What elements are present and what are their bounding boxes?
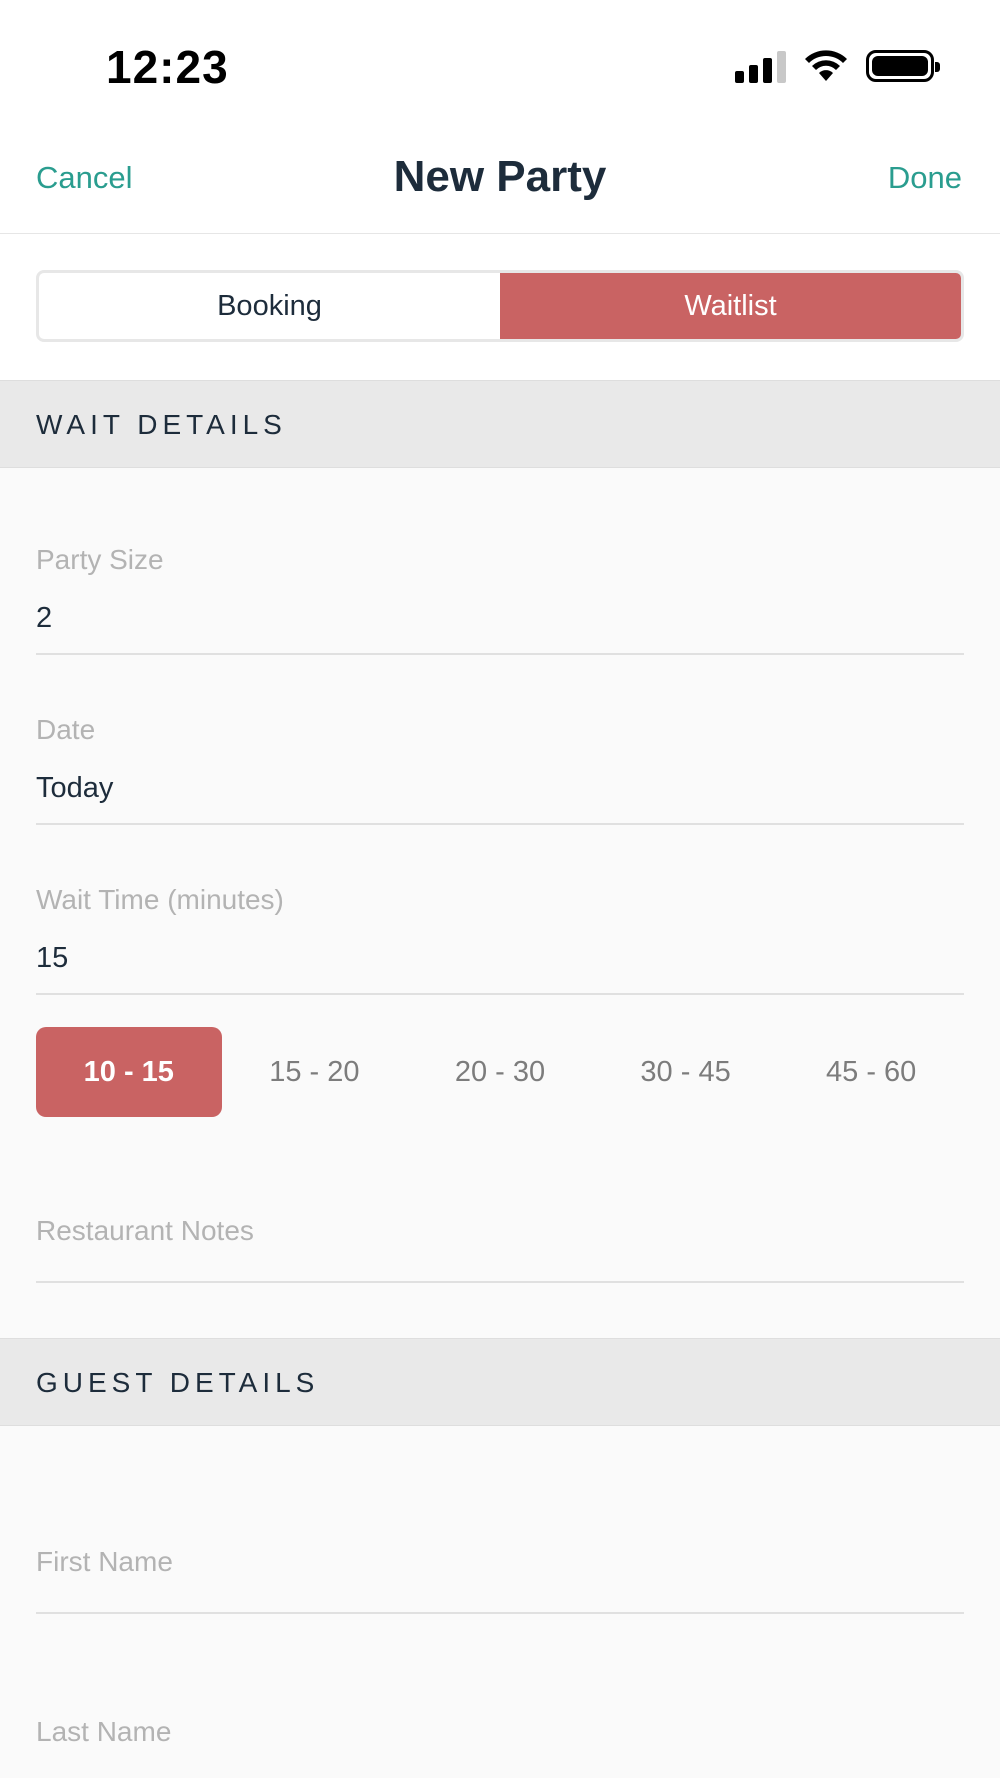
- restaurant-notes-field[interactable]: Restaurant Notes: [36, 1203, 964, 1283]
- nav-bar: Cancel New Party Done: [0, 130, 1000, 234]
- guest-details-title: GUEST DETAILS: [36, 1367, 320, 1398]
- wait-time-field[interactable]: Wait Time (minutes) 15: [36, 870, 964, 995]
- wait-option-20-30[interactable]: 20 - 30: [407, 1027, 593, 1117]
- battery-icon: [866, 50, 940, 82]
- wait-details-title: WAIT DETAILS: [36, 409, 287, 440]
- status-bar: 12:23: [0, 0, 1000, 130]
- done-button[interactable]: Done: [888, 160, 962, 196]
- restaurant-notes-placeholder: Restaurant Notes: [36, 1215, 254, 1246]
- wifi-icon: [805, 50, 847, 81]
- last-name-placeholder: Last Name: [36, 1716, 172, 1747]
- date-label: Date: [36, 714, 96, 745]
- party-size-field[interactable]: Party Size 2: [36, 530, 964, 655]
- segment-waitlist[interactable]: Waitlist: [500, 273, 961, 339]
- wait-option-30-45[interactable]: 30 - 45: [593, 1027, 779, 1117]
- wait-option-15-20[interactable]: 15 - 20: [222, 1027, 408, 1117]
- status-time: 12:23: [106, 41, 229, 93]
- wait-range-options: 10 - 15 15 - 20 20 - 30 30 - 45 45 - 60: [36, 1027, 964, 1117]
- wait-option-10-15[interactable]: 10 - 15: [36, 1027, 222, 1117]
- segment-booking[interactable]: Booking: [39, 273, 500, 339]
- first-name-field[interactable]: First Name: [36, 1536, 964, 1614]
- wait-details-header: WAIT DETAILS: [0, 380, 1000, 468]
- segment-container: Booking Waitlist: [0, 234, 1000, 380]
- date-value[interactable]: Today: [36, 772, 113, 805]
- wait-time-value[interactable]: 15: [36, 942, 68, 975]
- wait-time-label: Wait Time (minutes): [36, 884, 284, 915]
- cellular-signal-icon: [735, 49, 786, 83]
- page-title: New Party: [393, 152, 607, 201]
- booking-waitlist-toggle: Booking Waitlist: [36, 270, 964, 342]
- wait-option-45-60[interactable]: 45 - 60: [778, 1027, 964, 1117]
- guest-details-header: GUEST DETAILS: [0, 1338, 1000, 1426]
- last-name-field[interactable]: Last Name: [36, 1706, 964, 1778]
- first-name-placeholder: First Name: [36, 1546, 173, 1577]
- date-field[interactable]: Date Today: [36, 700, 964, 825]
- party-size-label: Party Size: [36, 544, 164, 575]
- status-icons: [735, 46, 940, 86]
- party-size-value[interactable]: 2: [36, 602, 52, 635]
